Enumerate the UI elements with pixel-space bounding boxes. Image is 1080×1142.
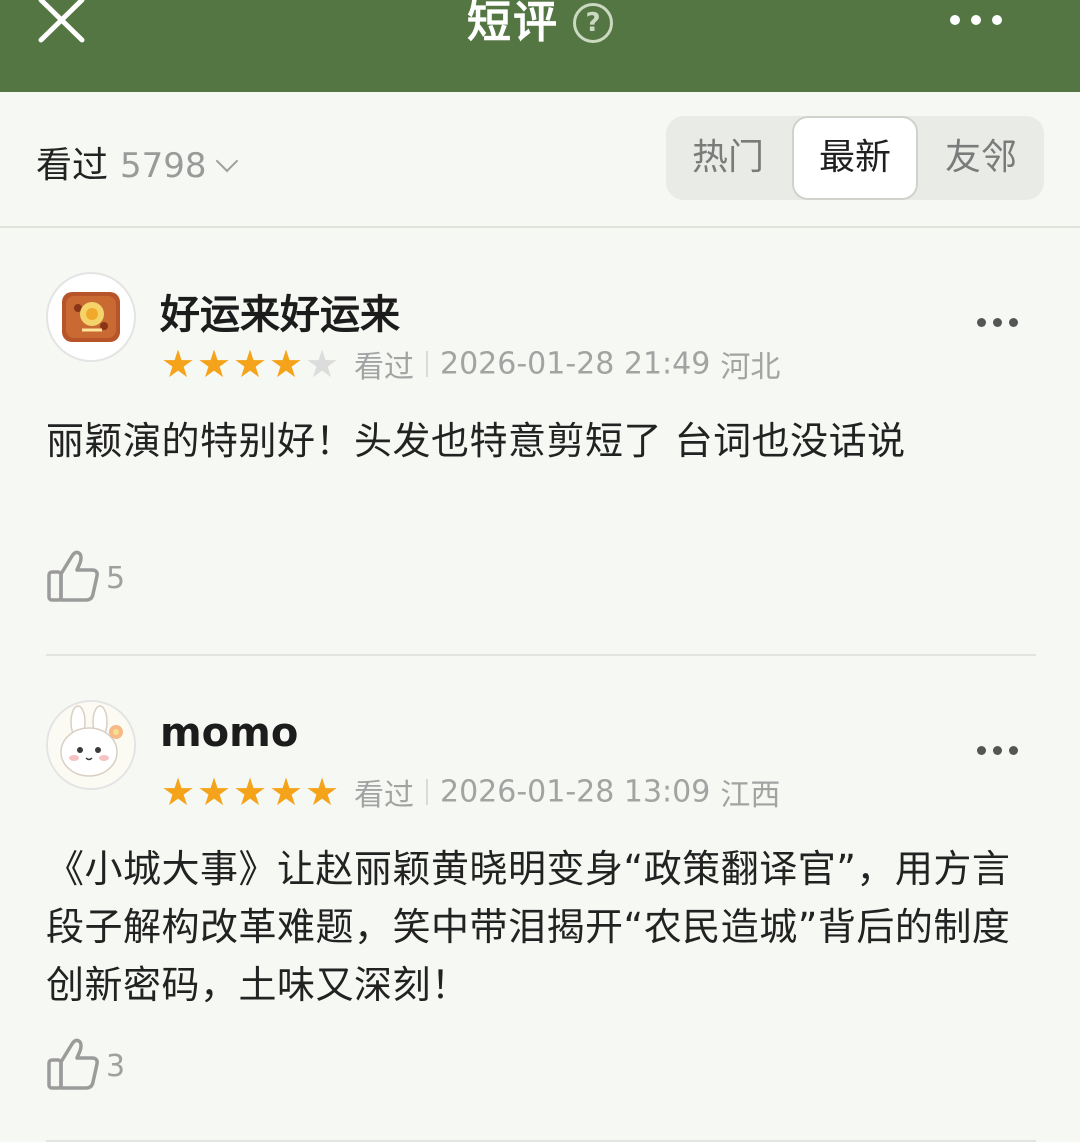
top-bar: 短评? (0, 0, 1080, 92)
watch-status: 看过 (354, 350, 414, 385)
star-filled-icon: ★ (304, 770, 340, 814)
seen-filter-label: 看过 (36, 145, 109, 186)
like-button[interactable]: 3 (46, 1036, 125, 1096)
star-filled-icon: ★ (232, 342, 268, 386)
star-filled-icon: ★ (160, 770, 196, 814)
review-datetime: 2026-01-28 13:09 (440, 774, 711, 810)
tab-hot[interactable]: 热门 (666, 116, 790, 200)
username[interactable]: 好运来好运来 (160, 282, 400, 340)
rating-stars: ★★★★★ (160, 773, 340, 811)
review-card: 好运来好运来 ★★★★★ 看过 2026-01-28 21:49 河北 丽颖演的特别好… (0, 226, 1080, 656)
thumbs-up-icon (46, 548, 100, 608)
avatar[interactable] (46, 700, 136, 790)
review-more-icon[interactable] (977, 312, 1027, 328)
seen-count: 5798 (120, 146, 207, 186)
chevron-down-icon (215, 149, 238, 173)
tab-friends[interactable]: 友邻 (918, 116, 1044, 200)
star-filled-icon: ★ (196, 342, 232, 386)
avatar[interactable] (46, 272, 136, 362)
like-button[interactable]: 5 (46, 548, 125, 608)
filter-bar: 看过 5798 热门 最新 友邻 (0, 92, 1080, 228)
review-datetime: 2026-01-28 21:49 (440, 346, 711, 382)
meta-divider (426, 351, 428, 377)
seen-filter-dropdown[interactable]: 看过 5798 (36, 136, 238, 186)
review-location: 河北 (720, 350, 781, 385)
help-icon[interactable]: ? (573, 3, 613, 43)
review-meta: ★★★★★ 看过 2026-01-28 13:09 江西 (160, 770, 781, 813)
review-more-icon[interactable] (977, 740, 1027, 756)
review-content: 丽颖演的特别好！头发也特意剪短了 台词也没话说 (46, 419, 906, 463)
username[interactable]: momo (160, 710, 298, 756)
watch-status: 看过 (354, 778, 414, 813)
sort-segmented-control: 热门 最新 友邻 (666, 116, 1044, 200)
page-title-wrap: 短评? (0, 0, 1080, 48)
rating-stars: ★★★★★ (160, 345, 340, 383)
page-title: 短评 (467, 0, 559, 48)
star-filled-icon: ★ (268, 770, 304, 814)
more-menu-icon[interactable] (950, 10, 1020, 32)
like-count: 5 (106, 560, 126, 596)
star-filled-icon: ★ (160, 342, 196, 386)
review-meta: ★★★★★ 看过 2026-01-28 21:49 河北 (160, 342, 781, 385)
star-empty-icon: ★ (304, 342, 340, 386)
review-card: momo ★★★★★ 看过 2026-01-28 13:09 江西 《小城大事》让赵丽… (0, 656, 1080, 1142)
star-filled-icon: ★ (232, 770, 268, 814)
meta-divider (426, 779, 428, 805)
review-content: 《小城大事》让赵丽颖黄晓明变身“政策翻译官”，用方言段子解构改革难题，笑中带泪揭… (46, 847, 1011, 1007)
star-filled-icon: ★ (268, 342, 304, 386)
star-filled-icon: ★ (196, 770, 232, 814)
review-location: 江西 (720, 778, 781, 813)
thumbs-up-icon (46, 1036, 100, 1096)
like-count: 3 (106, 1048, 126, 1084)
tab-latest[interactable]: 最新 (792, 116, 918, 200)
